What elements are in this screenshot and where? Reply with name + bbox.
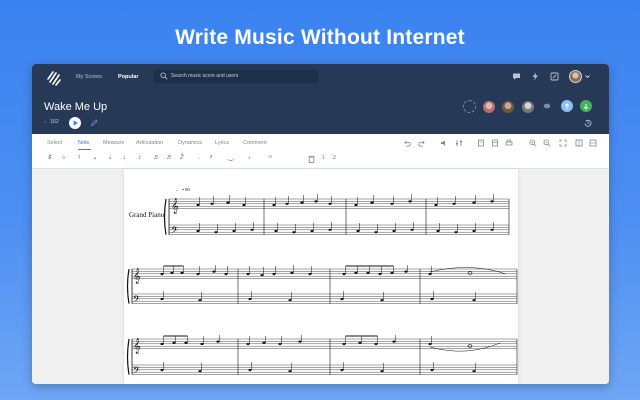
top-bar: My Scores Popular Search music score and… — [32, 64, 609, 134]
sharp-button[interactable]: ♯ — [48, 153, 52, 163]
play-icon — [73, 120, 78, 126]
svg-text:𝄞: 𝄞 — [171, 199, 179, 214]
edit-toolbar: Select Note Measure Articulation Dynamic… — [32, 134, 609, 169]
print-icon[interactable] — [505, 139, 513, 147]
score-page[interactable]: Grand Piano 𝄞 𝄢 ♩ = 80 𝄞 𝄢 𝄞 𝄢 — [124, 169, 518, 384]
pencil-icon[interactable] — [90, 119, 98, 127]
headline: Write Music Without Internet — [175, 26, 465, 49]
undo-icon[interactable] — [403, 139, 411, 147]
collaborator-avatar[interactable] — [521, 100, 535, 114]
svg-text:𝄢: 𝄢 — [171, 225, 178, 238]
chat-icon[interactable] — [512, 72, 521, 81]
document-icon[interactable] — [477, 139, 485, 147]
collaborator-avatar[interactable] — [501, 100, 515, 114]
music-notation: 𝄞 𝄢 ♩ = 80 𝄞 𝄢 𝄞 𝄢 — [126, 187, 518, 378]
fit-width-icon[interactable] — [559, 139, 567, 147]
tab-select[interactable]: Select — [47, 140, 62, 146]
avatar[interactable] — [569, 70, 582, 83]
tie-button[interactable]: ‿ — [228, 153, 234, 163]
tab-lyrics[interactable]: Lyrics — [215, 140, 229, 146]
voice-2-button[interactable]: 2 — [333, 153, 336, 163]
comments-icon[interactable] — [543, 103, 551, 110]
whole-note-button[interactable]: 𝅝 — [94, 153, 96, 163]
share-icon — [564, 103, 570, 109]
tempo-marking: ♩ = 80 — [176, 187, 191, 192]
nav-my-scores[interactable]: My Scores — [76, 74, 102, 80]
edit-icon[interactable] — [550, 72, 559, 81]
eighth-note-button[interactable]: ♪ — [138, 153, 142, 163]
tab-measure[interactable]: Measure — [103, 140, 124, 146]
nav-popular[interactable]: Popular — [118, 74, 138, 80]
sixty-fourth-note-button[interactable]: 𝅘𝅥𝅰 — [180, 153, 184, 163]
svg-text:𝄢: 𝄢 — [133, 365, 140, 378]
zoom-out-icon[interactable] — [543, 139, 551, 147]
active-tab-indicator — [78, 149, 91, 150]
zoom-in-icon[interactable] — [529, 139, 537, 147]
rest-button[interactable]: 𝄽 — [210, 153, 212, 163]
grid-view-icon[interactable] — [575, 139, 583, 147]
layout-icon[interactable] — [491, 139, 499, 147]
logo-icon[interactable] — [46, 70, 62, 86]
score-canvas[interactable]: Grand Piano 𝄞 𝄢 ♩ = 80 𝄞 𝄢 𝄞 𝄢 — [32, 169, 609, 384]
svg-text:𝄞: 𝄞 — [133, 269, 141, 284]
mixer-icon[interactable] — [455, 139, 463, 147]
app-window: My Scores Popular Search music score and… — [32, 64, 609, 384]
redo-icon[interactable] — [418, 139, 426, 147]
save-button[interactable] — [580, 100, 592, 112]
sixteenth-note-button[interactable]: ♬ — [153, 153, 160, 163]
svg-text:𝄞: 𝄞 — [133, 339, 141, 354]
svg-text:𝄢: 𝄢 — [133, 294, 140, 307]
grace-note-button[interactable]: 𝆔 — [248, 153, 250, 163]
search-input[interactable]: Search music score and users — [171, 73, 238, 79]
quarter-note-button[interactable]: ♩ — [123, 153, 130, 163]
score-title[interactable]: Wake Me Up — [44, 101, 107, 113]
search-icon — [160, 72, 168, 80]
trash-icon[interactable] — [308, 155, 315, 163]
dot-button[interactable]: . — [198, 153, 200, 163]
lightning-icon[interactable] — [531, 72, 540, 81]
tab-comment[interactable]: Comment — [243, 140, 267, 146]
natural-button[interactable]: ♮ — [78, 153, 81, 163]
add-collaborator-button[interactable] — [463, 100, 476, 113]
tuplet-button[interactable]: ⁽³⁾ — [268, 153, 272, 163]
history-icon[interactable] — [584, 119, 592, 127]
download-icon — [583, 104, 589, 110]
caret-down-icon[interactable] — [585, 74, 590, 79]
share-button[interactable] — [561, 100, 573, 112]
fullscreen-icon[interactable] — [589, 139, 597, 147]
voice-1-button[interactable]: 1 — [322, 153, 325, 163]
tempo-readout: ♩ 162 — [44, 119, 59, 125]
search-bar[interactable]: Search music score and users — [154, 70, 318, 83]
collaborator-avatar[interactable] — [482, 100, 496, 114]
listen-icon[interactable] — [440, 139, 448, 147]
tab-note[interactable]: Note — [78, 140, 90, 146]
thirty-second-note-button[interactable]: ♬ — [166, 153, 173, 163]
tab-articulation[interactable]: Articulation — [136, 140, 163, 146]
half-note-button[interactable]: 𝅗𝅥 — [109, 153, 111, 163]
tab-dynamics[interactable]: Dynamics — [178, 140, 202, 146]
play-button[interactable] — [69, 117, 81, 129]
flat-button[interactable]: ♭ — [62, 153, 65, 163]
